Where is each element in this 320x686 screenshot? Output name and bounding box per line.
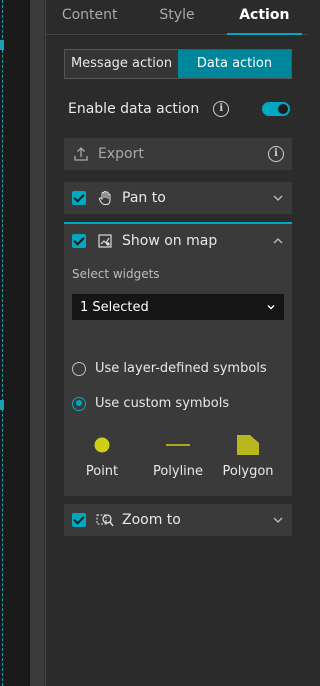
- polygon-symbol[interactable]: Polygon: [208, 432, 288, 479]
- selection-guide: [2, 0, 3, 686]
- panel-gutter: [31, 0, 44, 686]
- zoom-to-label: Zoom to: [122, 512, 181, 528]
- enable-data-action-label: Enable data action: [68, 101, 200, 117]
- export-label: Export: [98, 146, 144, 162]
- resize-handle[interactable]: [0, 400, 4, 410]
- select-widgets-label: Select widgets: [72, 267, 160, 281]
- polyline-symbol-label: Polyline: [152, 464, 204, 479]
- radio-layer-label: Use layer-defined symbols: [95, 361, 267, 376]
- data-action-button[interactable]: Data action: [178, 50, 291, 78]
- select-widgets-value: 1 Selected: [80, 299, 149, 315]
- pan-to-action[interactable]: Pan to: [64, 182, 292, 214]
- resize-handle[interactable]: [0, 40, 4, 50]
- zoom-to-action[interactable]: Zoom to: [64, 504, 292, 536]
- pan-to-checkbox[interactable]: [72, 191, 86, 205]
- show-on-map-header[interactable]: Show on map: [64, 224, 292, 258]
- info-icon[interactable]: i: [213, 101, 230, 117]
- polyline-symbol-icon: [166, 444, 190, 446]
- polyline-symbol[interactable]: Polyline: [138, 432, 218, 479]
- point-symbol[interactable]: Point: [62, 432, 142, 479]
- radio-layer-defined-symbols[interactable]: Use layer-defined symbols: [72, 361, 267, 376]
- point-symbol-label: Point: [85, 464, 119, 479]
- show-on-map-label: Show on map: [122, 233, 218, 249]
- settings-panel: Content Style Action Message action Data…: [45, 0, 308, 686]
- enable-data-action-row: Enable data action i: [68, 96, 290, 122]
- radio-custom-symbols[interactable]: Use custom symbols: [72, 396, 229, 411]
- hand-icon: [96, 189, 114, 207]
- select-widgets-dropdown[interactable]: 1 Selected: [72, 294, 284, 320]
- radio-custom-label: Use custom symbols: [95, 396, 230, 411]
- polygon-symbol-icon: [237, 435, 259, 455]
- point-symbol-icon: [94, 437, 110, 453]
- pan-to-label: Pan to: [122, 190, 166, 206]
- settings-tabs: Content Style Action: [46, 0, 308, 35]
- radio-button[interactable]: [72, 396, 86, 411]
- chevron-up-icon[interactable]: [272, 235, 284, 247]
- radio-button[interactable]: [72, 361, 86, 376]
- export-action[interactable]: Export i: [64, 138, 292, 170]
- show-on-map-checkbox[interactable]: [72, 234, 86, 248]
- chevron-down-icon[interactable]: [272, 514, 284, 526]
- show-on-map-icon: [96, 232, 114, 250]
- chevron-down-icon: [266, 302, 276, 312]
- tab-action[interactable]: Action: [221, 0, 308, 35]
- custom-symbols: Point Polyline Polygon: [64, 432, 292, 492]
- polygon-symbol-label: Polygon: [222, 464, 274, 479]
- tab-style[interactable]: Style: [133, 0, 220, 34]
- chevron-down-icon[interactable]: [272, 192, 284, 204]
- zoom-to-checkbox[interactable]: [72, 513, 86, 527]
- zoom-to-icon: [96, 511, 114, 529]
- info-icon[interactable]: i: [268, 146, 284, 162]
- export-icon: [72, 145, 90, 163]
- map-canvas-edge: [0, 0, 31, 686]
- show-on-map-action: Show on map Select widgets 1 Selected Us…: [64, 222, 292, 496]
- action-type-toggle: Message action Data action: [64, 49, 292, 79]
- message-action-button[interactable]: Message action: [65, 50, 178, 78]
- tab-content[interactable]: Content: [46, 0, 133, 34]
- enable-data-action-toggle[interactable]: [262, 102, 290, 116]
